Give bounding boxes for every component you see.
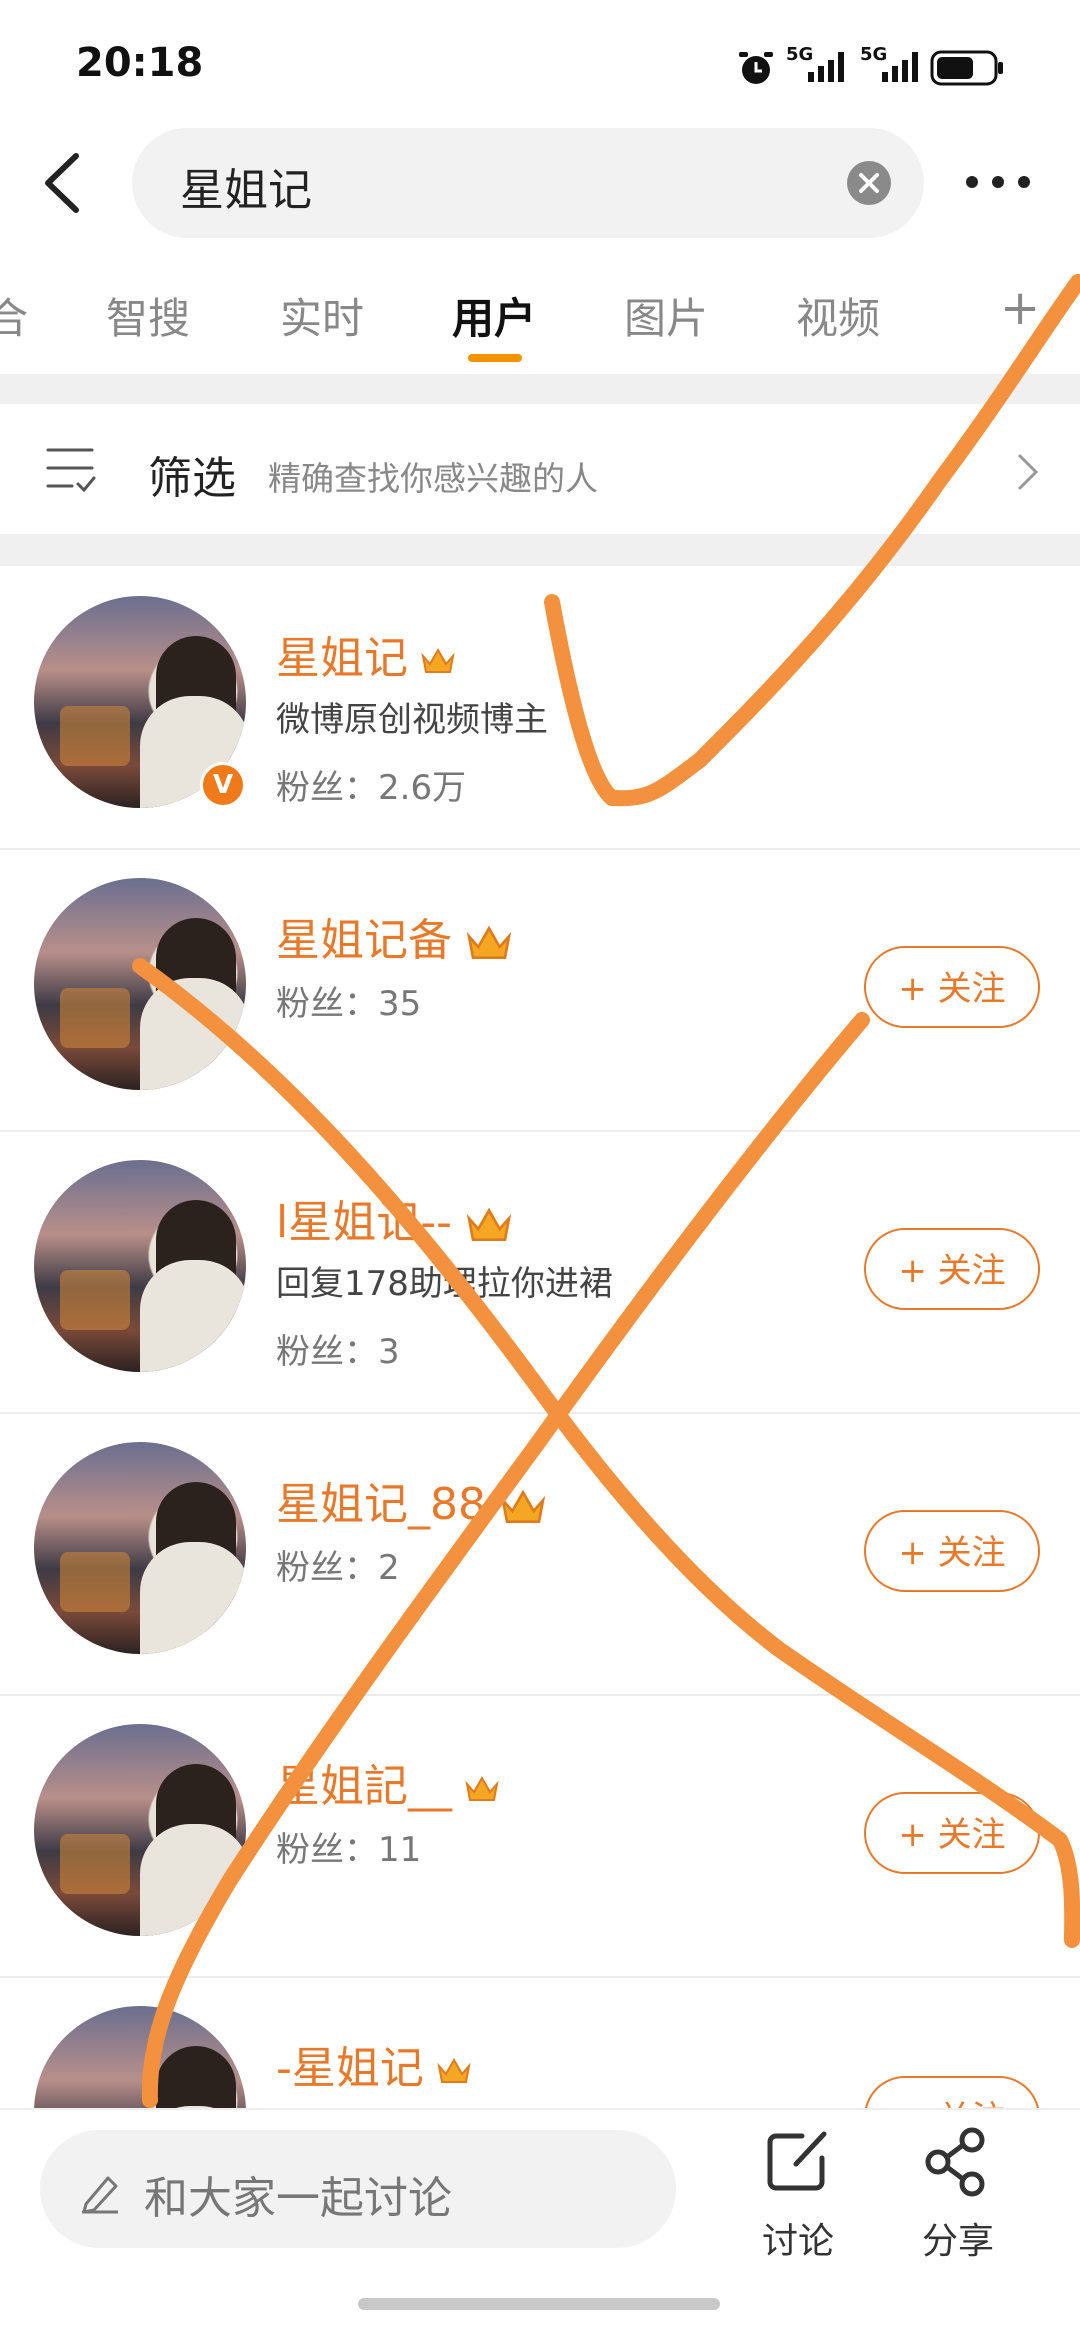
tab-indicator [468,354,522,362]
fan-count: 粉丝：35 [276,984,422,1024]
more-options-icon[interactable] [962,170,1034,194]
tab-images[interactable]: 图片 [624,285,708,346]
home-indicator[interactable] [358,2298,720,2310]
divider [0,534,1080,566]
alarm-icon [739,52,773,84]
verified-badge-icon: V [200,762,246,808]
username[interactable]: -星姐记 [276,2032,472,2096]
user-row[interactable]: 星姐記__ 粉丝：11 + 关注 [0,1694,1080,1978]
user-row[interactable]: 星姐记备 粉丝：35 + 关注 [0,848,1080,1132]
avatar[interactable] [34,1160,246,1372]
discuss-placeholder[interactable]: 和大家一起讨论 [144,2162,452,2226]
crown-icon [437,2057,471,2083]
avatar[interactable] [34,878,246,1090]
divider [0,374,1080,404]
user-row[interactable]: V 星姐记 微博原创视频博主 粉丝：2.6万 [0,566,1080,850]
crown-icon [421,647,455,673]
tab-videos[interactable]: 视频 [796,285,880,346]
username[interactable]: 星姐記__ [276,1750,500,1814]
username[interactable]: 星姐记备 [276,904,514,968]
signal-5g-icon: 5G [786,44,852,82]
follow-button[interactable]: + 关注 [864,1228,1040,1310]
signal-5g-icon: 5G [860,44,926,82]
clear-search-icon[interactable] [846,160,892,206]
fan-count: 粉丝：2 [276,1548,400,1588]
follow-button[interactable]: + 关注 [864,1510,1040,1592]
filter-description: 精确查找你感兴趣的人 [268,459,598,498]
share-icon[interactable] [922,2126,994,2198]
fan-count: 粉丝：3 [276,1332,400,1372]
filter-icon [46,448,96,493]
fan-count: 粉丝：2.6万 [276,768,467,808]
battery-icon [930,50,1003,86]
crown-icon [465,1775,499,1801]
avatar[interactable] [34,1442,246,1654]
search-query[interactable]: 星姐记 [180,154,312,218]
status-time: 20:18 [76,40,204,86]
avatar[interactable] [34,1724,246,1936]
crown-icon [466,1207,512,1241]
back-arrow-icon[interactable] [40,150,84,216]
filter-label: 筛选 [148,453,236,504]
tab-add[interactable]: + [1000,280,1040,336]
user-description: 微博原创视频博主 [276,700,548,740]
discuss-label[interactable]: 讨论 [762,2212,834,2264]
status-bar: 20:18 5G 5G [0,0,1080,120]
user-description: 回复178助理拉你进裙 [276,1264,613,1304]
chevron-right-icon [1018,454,1039,490]
username[interactable]: 星姐记_88 [276,1468,548,1532]
tab-smart-search[interactable]: 智搜 [106,285,190,346]
share-label[interactable]: 分享 [922,2212,994,2264]
fan-count: 粉丝：11 [276,1830,422,1870]
tab-comprehensive[interactable]: 合 [0,285,28,346]
username[interactable]: 星姐记 [276,622,456,686]
follow-button[interactable]: + 关注 [864,1792,1040,1874]
crown-icon [500,1489,546,1523]
compose-icon[interactable] [762,2126,834,2198]
follow-button[interactable]: + 关注 [864,946,1040,1028]
tab-users[interactable]: 用户 [452,285,536,346]
signal-label: 5G [860,44,888,65]
crown-icon [466,925,512,959]
username[interactable]: l星姐记-- [276,1186,514,1250]
user-row[interactable]: l星姐记-- 回复178助理拉你进裙 粉丝：3 + 关注 [0,1130,1080,1414]
pencil-icon [82,2176,118,2214]
signal-label: 5G [786,44,814,65]
user-row[interactable]: 星姐记_88 粉丝：2 + 关注 [0,1412,1080,1696]
tab-realtime[interactable]: 实时 [280,285,364,346]
